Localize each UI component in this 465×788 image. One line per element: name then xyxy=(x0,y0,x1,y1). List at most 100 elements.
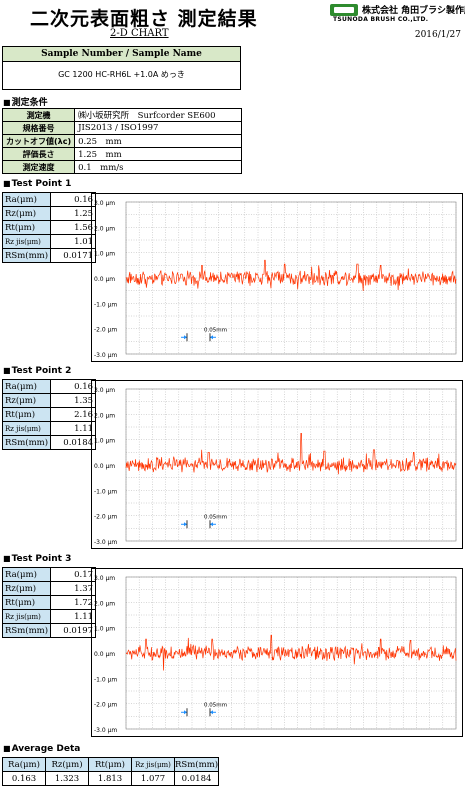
param-label: Rz(μm) xyxy=(1,393,52,408)
param-row: Rz jis(μm) 1.11 xyxy=(1,609,97,624)
param-label: Rt(μm) xyxy=(1,407,52,422)
param-row: Rt(μm) 2.16 xyxy=(1,407,97,422)
profile-chart-2: 3.0 μm 2.0 μm 1.0 μm 0.0 μm -1.0 μm -2.0 μm -3… xyxy=(91,380,463,549)
y-tick-label: 0.0 μm xyxy=(94,276,115,283)
y-tick-label: -3.0 μm xyxy=(94,352,117,359)
average-header-row: Ra(μm) Rz(μm) Rt(μm) Rz jis(μm) RSm(mm) xyxy=(2,757,220,772)
param-row: Rz jis(μm) 1.11 xyxy=(1,421,97,436)
y-tick-label: 0.0 μm xyxy=(94,651,115,658)
param-value: 1.35 xyxy=(50,393,97,408)
y-tick-label: -2.0 μm xyxy=(94,702,117,709)
y-tick-label: 1.0 μm xyxy=(94,438,115,445)
param-value: 1.25 xyxy=(50,206,97,221)
param-label: RSm(mm) xyxy=(1,248,52,263)
param-value: 0.16 xyxy=(50,192,97,207)
average-label: RSm(mm) xyxy=(173,757,220,772)
profile-chart-3: 3.0 μm 2.0 μm 1.0 μm 0.0 μm -1.0 μm -2.0 μm -3… xyxy=(91,568,463,737)
conditions-section-title: 測定条件 xyxy=(3,95,48,108)
param-row: RSm(mm) 0.0184 xyxy=(1,435,97,450)
condition-row: 測定速度 0.1 mm/s xyxy=(1,160,243,174)
condition-value: 0.1 mm/s xyxy=(74,160,243,174)
test-point-1-params: Ra(μm) 0.16 Rz(μm) 1.25 Rt(μm) 1.56 Rz jis(… xyxy=(1,192,97,263)
param-value: 1.56 xyxy=(50,220,97,235)
param-row: Rz(μm) 1.25 xyxy=(1,206,97,221)
average-label: Rt(μm) xyxy=(88,757,132,772)
param-label: Rz jis(μm) xyxy=(1,234,52,249)
profile-trace xyxy=(125,259,457,291)
average-label: Ra(μm) xyxy=(2,757,46,772)
param-value: 0.0197 xyxy=(50,623,97,638)
condition-value: 0.25 mm xyxy=(74,134,243,148)
param-label: Ra(μm) xyxy=(1,567,52,582)
condition-row: 測定機 ㈱小坂研究所 Surfcorder SE600 xyxy=(1,108,243,122)
sample-name: GC 1200 HC-RH6L +1.0A めっき xyxy=(2,61,241,90)
y-tick-label: 1.0 μm xyxy=(94,251,115,258)
y-tick-label: 0.0 μm xyxy=(94,463,115,470)
param-label: Rz(μm) xyxy=(1,581,52,596)
param-row: Rz(μm) 1.35 xyxy=(1,393,97,408)
condition-label: 規格番号 xyxy=(1,121,76,135)
param-row: Rt(μm) 1.72 xyxy=(1,595,97,610)
param-row: Rz(μm) 1.37 xyxy=(1,581,97,596)
param-value: 1.37 xyxy=(50,581,97,596)
param-label: RSm(mm) xyxy=(1,435,52,450)
param-value: 1.01 xyxy=(50,234,97,249)
company-name-en: TSUNODA BRUSH CO.,LTD. xyxy=(333,16,429,23)
y-tick-label: 3.0 μm xyxy=(94,575,115,582)
scale-bar: 0.05mm xyxy=(181,327,227,342)
average-value: 1.813 xyxy=(88,771,132,786)
conditions-table: 測定機 ㈱小坂研究所 Surfcorder SE600 規格番号 JIS2013… xyxy=(1,108,243,174)
param-row: Ra(μm) 0.16 xyxy=(1,379,97,394)
average-label: Rz(μm) xyxy=(45,757,89,772)
param-value: 1.11 xyxy=(50,421,97,436)
param-value: 0.0171 xyxy=(50,248,97,263)
scale-label: 0.05mm xyxy=(204,327,227,333)
param-row: Rz jis(μm) 1.01 xyxy=(1,234,97,249)
y-tick-label: -2.0 μm xyxy=(94,514,117,521)
param-row: Ra(μm) 0.16 xyxy=(1,192,97,207)
condition-row: 規格番号 JIS2013 / ISO1997 xyxy=(1,121,243,135)
test-point-2-params: Ra(μm) 0.16 Rz(μm) 1.35 Rt(μm) 2.16 Rz jis(… xyxy=(1,379,97,450)
param-label: Rz jis(μm) xyxy=(1,609,52,624)
scale-arrowhead-left xyxy=(184,710,187,715)
param-label: Rt(μm) xyxy=(1,595,52,610)
condition-label: 測定速度 xyxy=(1,160,76,174)
y-tick-label: -1.0 μm xyxy=(94,301,117,308)
average-value: 1.323 xyxy=(45,771,89,786)
param-label: Rz(μm) xyxy=(1,206,52,221)
param-label: Rt(μm) xyxy=(1,220,52,235)
param-row: RSm(mm) 0.0197 xyxy=(1,623,97,638)
y-tick-label: -1.0 μm xyxy=(94,488,117,495)
condition-value: 1.25 mm xyxy=(74,147,243,161)
y-tick-label: 2.0 μm xyxy=(94,225,115,232)
y-tick-label: 3.0 μm xyxy=(94,200,115,207)
page-subtitle: 2-D CHART xyxy=(110,28,169,39)
y-tick-label: 2.0 μm xyxy=(94,412,115,419)
scale-label: 0.05mm xyxy=(204,702,227,708)
test-point-3-params: Ra(μm) 0.17 Rz(μm) 1.37 Rt(μm) 1.72 Rz jis(… xyxy=(1,567,97,638)
param-value: 2.16 xyxy=(50,407,97,422)
y-tick-label: -3.0 μm xyxy=(94,727,117,734)
condition-label: 評価長さ xyxy=(1,147,76,161)
param-label: RSm(mm) xyxy=(1,623,52,638)
y-tick-label: 1.0 μm xyxy=(94,626,115,633)
y-tick-label: -1.0 μm xyxy=(94,676,117,683)
scale-arrowhead-right xyxy=(210,522,213,527)
y-tick-label: -3.0 μm xyxy=(94,539,117,546)
condition-row: 評価長さ 1.25 mm xyxy=(1,147,243,161)
scale-label: 0.05mm xyxy=(204,514,227,520)
profile-chart-1: 3.0 μm 2.0 μm 1.0 μm 0.0 μm -1.0 μm -2.0 μm -3… xyxy=(91,193,463,362)
average-value: 0.163 xyxy=(2,771,46,786)
y-tick-label: 3.0 μm xyxy=(94,387,115,394)
scale-arrowhead-right xyxy=(210,710,213,715)
scale-arrowhead-left xyxy=(184,522,187,527)
scale-arrowhead-left xyxy=(184,335,187,340)
report-date: 2016/1/27 xyxy=(414,30,461,40)
y-tick-label: 2.0 μm xyxy=(94,600,115,607)
page-title: 二次元表面粗さ 測定結果 xyxy=(30,8,258,30)
param-row: Ra(μm) 0.17 xyxy=(1,567,97,582)
average-label: Rz jis(μm) xyxy=(131,757,175,772)
brush-logo-icon xyxy=(330,4,358,16)
condition-row: カットオフ値(λc) 0.25 mm xyxy=(1,134,243,148)
condition-value: JIS2013 / ISO1997 xyxy=(74,121,243,135)
